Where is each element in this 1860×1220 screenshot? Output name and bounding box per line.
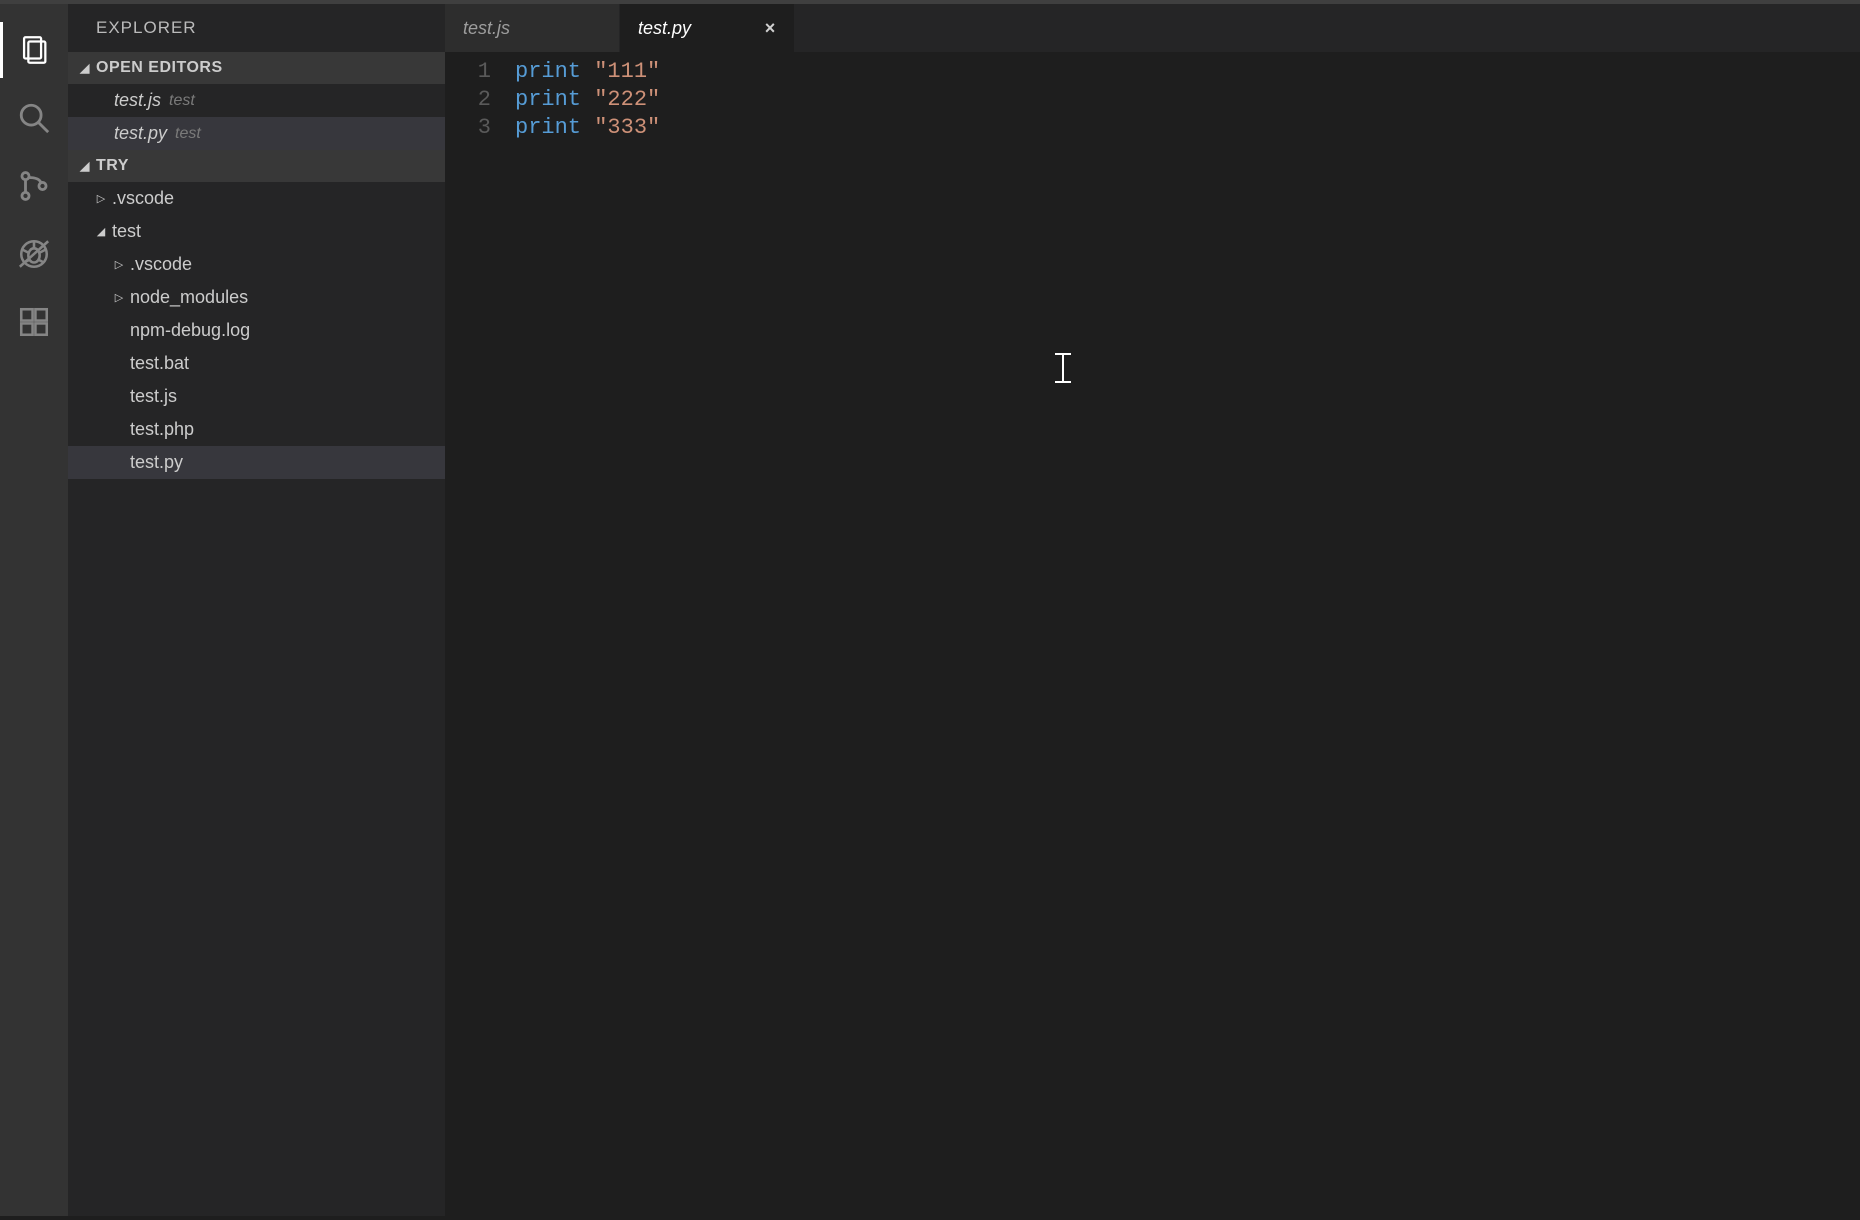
open-editor-dir: test	[175, 125, 201, 143]
file-name: test.php	[130, 419, 194, 440]
code-line[interactable]: print "222"	[515, 86, 1860, 114]
line-number: 2	[445, 86, 491, 114]
file-tree: ▷ .vscode ◢ test ▷ .vscode ▷ node_modules npm-de…	[68, 182, 445, 479]
file-name: test.bat	[130, 353, 189, 374]
open-editors-header[interactable]: ◢ OPEN EDITORS	[68, 52, 445, 84]
file-name: test.js	[130, 386, 177, 407]
editor-pane: test.js×test.py× 123 print "111"print "2…	[445, 4, 1860, 1216]
file-item[interactable]: test.js	[68, 380, 445, 413]
folder-item[interactable]: ▷ .vscode	[68, 182, 445, 215]
explorer-sidebar: EXPLORER ◢ OPEN EDITORS test.jstesttest.…	[68, 4, 445, 1216]
workspace-header[interactable]: ◢ TRY	[68, 150, 445, 182]
folder-item[interactable]: ▷ node_modules	[68, 281, 445, 314]
file-name: test.py	[130, 452, 183, 473]
tab-filename: test.py	[638, 18, 760, 39]
activity-source-control-icon[interactable]	[0, 152, 68, 220]
editor-tab[interactable]: test.py×	[620, 4, 795, 52]
folder-name: test	[112, 221, 141, 242]
activity-extensions-icon[interactable]	[0, 288, 68, 356]
activity-search-icon[interactable]	[0, 84, 68, 152]
folder-item[interactable]: ◢ test	[68, 215, 445, 248]
open-editor-filename: test.js	[114, 90, 161, 111]
triangle-right-icon: ▷	[112, 258, 126, 271]
token-string: "222"	[594, 87, 660, 112]
editor-tab[interactable]: test.js×	[445, 4, 620, 52]
workspace-label: TRY	[96, 157, 129, 175]
code-content[interactable]: print "111"print "222"print "333"	[515, 58, 1860, 1216]
folder-name: node_modules	[130, 287, 248, 308]
open-editor-dir: test	[169, 92, 195, 110]
triangle-down-icon: ◢	[76, 159, 94, 173]
token-keyword: print	[515, 87, 581, 112]
triangle-down-icon: ◢	[76, 61, 94, 75]
text-cursor-icon	[1055, 353, 1071, 383]
open-editors-label: OPEN EDITORS	[96, 59, 223, 77]
open-editor-item[interactable]: test.js test	[68, 84, 445, 117]
token-keyword: print	[515, 59, 581, 84]
tab-filename: test.js	[463, 18, 585, 39]
open-editors-list: test.jstesttest.pytest	[68, 84, 445, 150]
file-item[interactable]: test.php	[68, 413, 445, 446]
close-icon[interactable]: ×	[760, 18, 780, 39]
code-line[interactable]: print "333"	[515, 114, 1860, 142]
app-root: EXPLORER ◢ OPEN EDITORS test.jstesttest.…	[0, 4, 1860, 1216]
open-editor-filename: test.py	[114, 123, 167, 144]
triangle-right-icon: ▷	[112, 291, 126, 304]
file-item[interactable]: test.bat	[68, 347, 445, 380]
activity-bar	[0, 4, 68, 1216]
file-name: npm-debug.log	[130, 320, 250, 341]
code-area[interactable]: 123 print "111"print "222"print "333"	[445, 52, 1860, 1216]
code-line[interactable]: print "111"	[515, 58, 1860, 86]
triangle-right-icon: ▷	[94, 192, 108, 205]
activity-explorer-icon[interactable]	[0, 16, 68, 84]
explorer-title: EXPLORER	[68, 4, 445, 52]
activity-debug-icon[interactable]	[0, 220, 68, 288]
file-item[interactable]: test.py	[68, 446, 445, 479]
open-editor-item[interactable]: test.py test	[68, 117, 445, 150]
triangle-down-icon: ◢	[94, 225, 108, 238]
token-string: "333"	[594, 115, 660, 140]
line-number-gutter: 123	[445, 58, 515, 1216]
line-number: 3	[445, 114, 491, 142]
file-item[interactable]: npm-debug.log	[68, 314, 445, 347]
token-string: "111"	[594, 59, 660, 84]
folder-item[interactable]: ▷ .vscode	[68, 248, 445, 281]
line-number: 1	[445, 58, 491, 86]
token-keyword: print	[515, 115, 581, 140]
folder-name: .vscode	[112, 188, 174, 209]
folder-name: .vscode	[130, 254, 192, 275]
tab-bar: test.js×test.py×	[445, 4, 1860, 52]
